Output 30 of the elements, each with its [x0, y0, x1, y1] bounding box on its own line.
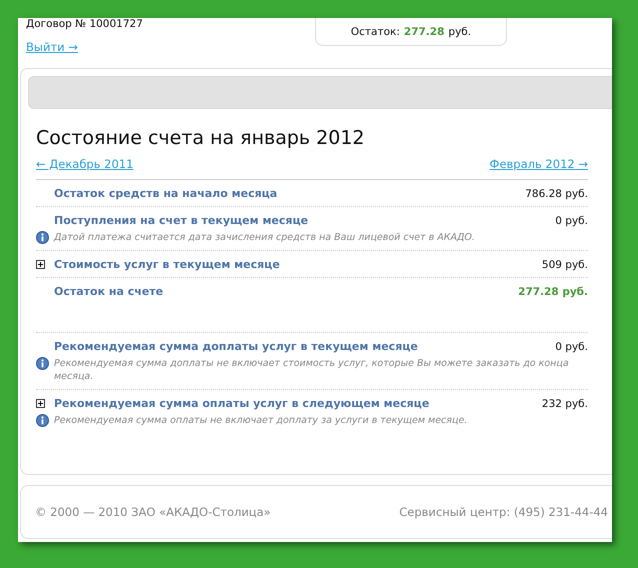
copyright-text: © 2000 — 2010 ЗАО «АКАДО-Столица» [35, 505, 271, 519]
row-note: Рекомендуемая сумма оплаты не включает доплату за услуги в текущем месяце. [54, 414, 468, 427]
expand-icon[interactable] [36, 260, 45, 269]
next-month-link[interactable]: Февраль 2012 → [490, 157, 588, 171]
row-amount: 277.28 руб. [518, 286, 588, 298]
row-amount: 786.28 руб. [525, 188, 588, 200]
info-icon [36, 357, 49, 370]
row-label: Стоимость услуг в текущем месяце [54, 258, 281, 271]
row-amount: 509 руб. [542, 258, 588, 270]
logout-link[interactable]: Выйти → [26, 40, 78, 54]
contract-number: Договор № 10001727 [26, 18, 144, 30]
row-amount: 232 руб. [542, 398, 588, 410]
row-note: Датой платежа считается дата зачисления средств на Ваш лицевой счет в АКАДО. [54, 231, 475, 244]
row-label: Поступления на счет в текущем месяце [54, 214, 310, 227]
row-label: Остаток средств на начало месяца [54, 187, 278, 200]
balance-label: Остаток: [350, 26, 400, 38]
row-amount: 0 руб. [555, 214, 588, 226]
row-label: Рекомендуемая сумма оплаты услуг в следующем месяце [54, 397, 430, 410]
info-icon [36, 414, 49, 427]
balance-value: 277.28 [404, 26, 444, 38]
page-title: Состояние счета на январь 2012 [36, 127, 366, 149]
row-label: Рекомендуемая сумма доплаты услуг в текущем месяце [54, 340, 419, 353]
row-amount: 0 руб. [555, 340, 588, 352]
expand-icon[interactable] [36, 399, 45, 408]
row-note: Рекомендуемая сумма доплаты не включает стоимость услуг, которые Вы можете заказать до конца месяца. [54, 357, 570, 383]
row-label: Остаток на счете [54, 285, 164, 298]
service-phone: Сервисный центр: (495) 231-44-44 [399, 505, 608, 519]
balance-unit: руб. [448, 26, 472, 38]
info-icon [36, 231, 49, 244]
previous-month-link[interactable]: ← Декабрь 2011 [36, 157, 134, 171]
